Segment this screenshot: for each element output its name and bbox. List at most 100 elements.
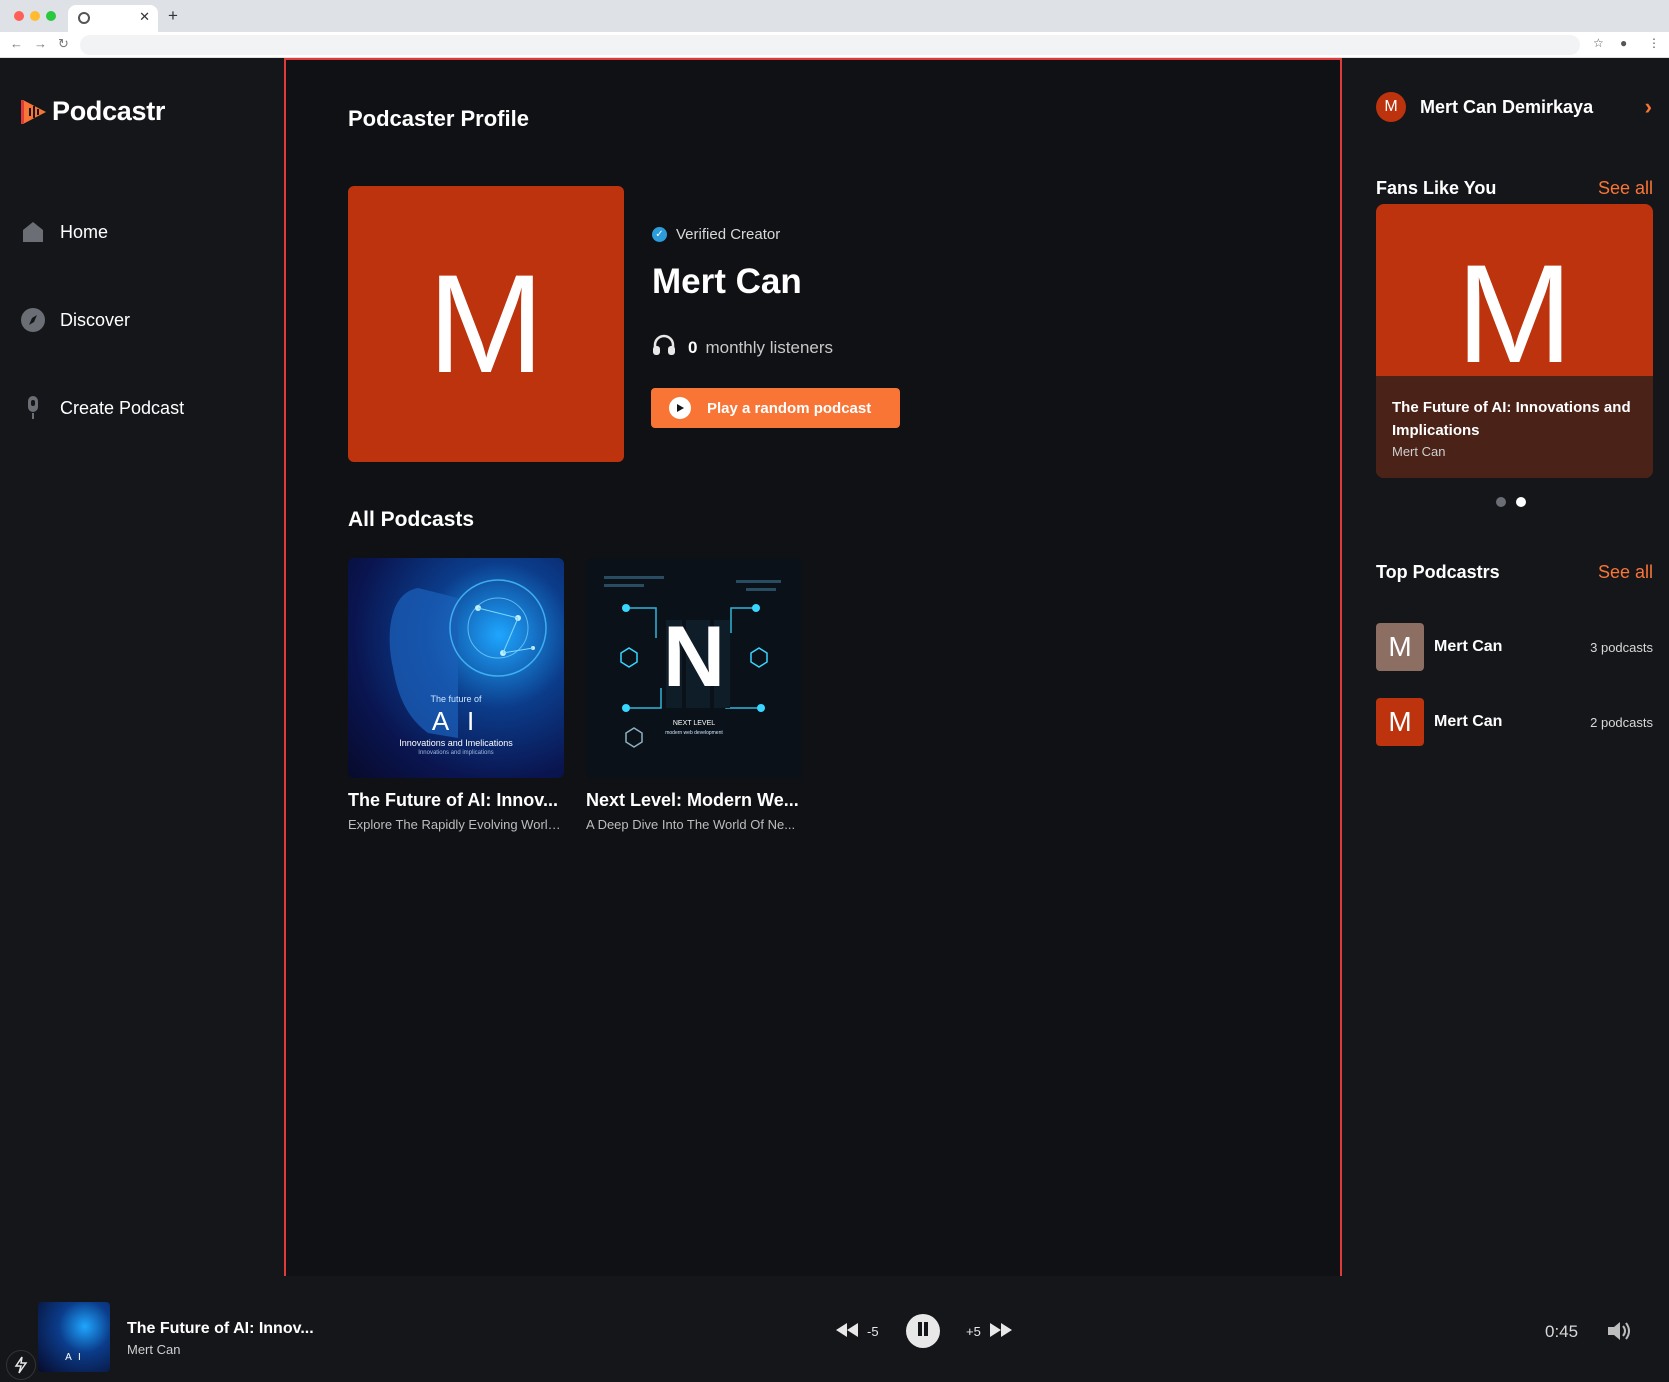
section-title: Top Podcastrs (1376, 562, 1500, 582)
app-name: Podcastr (52, 96, 166, 126)
see-all-link[interactable]: See all (1598, 562, 1653, 583)
podcaster-avatar: M (348, 186, 624, 462)
audio-player: A I The Future of AI: Innov... Mert Can … (0, 1276, 1669, 1382)
right-sidebar: M Mert Can Demirkaya › Fans Like You See… (1342, 58, 1669, 1244)
browser-tab-strip: ✕ + (0, 0, 1669, 32)
player-cover-text: A I (65, 1352, 83, 1363)
chevron-right-icon[interactable]: › (1645, 94, 1652, 120)
play-random-podcast-button[interactable]: Play a random podcast (651, 388, 900, 428)
all-podcasts-title: All Podcasts (348, 508, 475, 531)
player-title[interactable]: The Future of AI: Innov... (127, 1320, 314, 1338)
podcast-cover: The future of A I Innovations and Imelic… (348, 558, 564, 778)
play-random-label: Play a random podcast (707, 399, 872, 417)
headphones-icon (652, 334, 676, 361)
sidebar-item-label: Create Podcast (60, 397, 185, 418)
player-cover[interactable]: A I (38, 1302, 110, 1372)
listeners-label: monthly listeners (705, 337, 834, 357)
avatar: M (1376, 92, 1406, 122)
podcast-card[interactable]: The future of A I Innovations and Imelic… (348, 558, 564, 832)
cover-big-letter: N (662, 609, 726, 705)
close-window-button[interactable] (14, 11, 24, 21)
user-name: Mert Can Demirkaya (1420, 96, 1594, 117)
verified-badge-icon: ✓ (652, 227, 667, 242)
favicon-icon (78, 12, 90, 24)
pause-button[interactable] (906, 1314, 940, 1348)
cover-subtitle: The future of (430, 694, 482, 704)
main-content: Podcaster Profile M ✓ Verified Creator M… (284, 58, 1342, 1276)
podcast-cover: N NEXT LEVEL modern web development (586, 558, 802, 778)
avatar: M (1376, 623, 1424, 671)
close-tab-icon[interactable]: ✕ (139, 9, 150, 25)
microphone-icon (20, 395, 46, 421)
maximize-window-button[interactable] (46, 11, 56, 21)
app-root: Podcastr Home Discover Create Podcast Po… (0, 58, 1669, 1382)
volume-icon (1606, 1322, 1632, 1346)
minimize-window-button[interactable] (30, 11, 40, 21)
pause-icon (917, 1321, 929, 1341)
browser-tab[interactable]: ✕ (68, 5, 158, 32)
podcast-title[interactable]: Next Level: Modern We... (586, 790, 802, 811)
reload-icon[interactable]: ↻ (58, 36, 69, 52)
address-bar[interactable] (80, 35, 1580, 55)
volume-button[interactable] (1606, 1320, 1632, 1347)
verified-label: Verified Creator (676, 226, 781, 243)
home-icon (20, 219, 46, 245)
forward-button[interactable]: +5 (966, 1322, 1013, 1341)
browser-toolbar: ← → ↻ ☆ ● ⋮ (0, 32, 1669, 58)
list-item[interactable]: M Mert Can 3 podcasts (1376, 623, 1653, 671)
fan-card-author: Mert Can (1392, 444, 1446, 459)
new-tab-icon[interactable]: + (168, 6, 178, 26)
logo-icon (20, 97, 48, 127)
list-item[interactable]: M Mert Can 2 podcasts (1376, 698, 1653, 746)
podcast-title[interactable]: The Future of AI: Innov... (348, 790, 564, 811)
sidebar-item-home[interactable]: Home (20, 219, 108, 245)
menu-kebab-icon[interactable]: ⋮ (1648, 36, 1660, 50)
lightning-icon[interactable] (6, 1350, 36, 1380)
carousel-dot-active[interactable] (1516, 497, 1526, 507)
avatar: M (1376, 698, 1424, 746)
forward-label: +5 (966, 1324, 981, 1339)
podcast-description: Explore The Rapidly Evolving World... (348, 817, 564, 832)
fan-card-overlay: The Future of AI: Innovations and Implic… (1376, 376, 1653, 478)
profile-icon[interactable]: ● (1620, 36, 1627, 50)
creator-name: Mert Can (652, 262, 802, 301)
podcast-count: 3 podcasts (1590, 639, 1653, 655)
player-author: Mert Can (127, 1342, 181, 1357)
see-all-link[interactable]: See all (1598, 178, 1653, 199)
cover-big-text: A I (431, 706, 481, 736)
sidebar-item-create-podcast[interactable]: Create Podcast (20, 395, 184, 421)
fan-carousel-card[interactable]: M The Future of AI: Innovations and Impl… (1376, 204, 1653, 478)
cover-tagline: Innovations and Imelications (399, 738, 513, 748)
podcaster-name: Mert Can (1434, 713, 1503, 730)
sidebar-item-discover[interactable]: Discover (20, 307, 130, 333)
cover-title: NEXT LEVEL (672, 720, 716, 727)
sidebar-item-label: Discover (60, 309, 131, 330)
fans-like-you-header: Fans Like You See all (1376, 178, 1653, 199)
play-icon (669, 397, 691, 419)
compass-icon (20, 307, 46, 333)
top-podcastrs-header: Top Podcastrs See all (1376, 562, 1653, 583)
podcaster-name: Mert Can (1434, 638, 1503, 655)
podcast-card[interactable]: N NEXT LEVEL modern web development Next… (586, 558, 802, 832)
podcast-description: A Deep Dive Into The World Of Ne... (586, 817, 796, 832)
fast-forward-icon (989, 1322, 1013, 1341)
verified-creator-row: ✓ Verified Creator (652, 226, 780, 243)
carousel-dot[interactable] (1496, 497, 1506, 507)
left-sidebar: Podcastr Home Discover Create Podcast (0, 58, 284, 1276)
carousel-dots (1496, 497, 1536, 507)
rewind-label: -5 (867, 1324, 879, 1339)
sidebar-item-label: Home (60, 221, 109, 242)
avatar-letter: M (427, 245, 545, 402)
section-title: Fans Like You (1376, 178, 1497, 198)
cover-small: Innovations and implications (418, 750, 494, 756)
monthly-listeners: 0 monthly listeners (652, 334, 833, 361)
user-profile-link[interactable]: M Mert Can Demirkaya › (1376, 92, 1652, 122)
rewind-icon (835, 1322, 859, 1341)
forward-icon[interactable]: → (34, 36, 47, 51)
bookmark-star-icon[interactable]: ☆ (1593, 36, 1604, 50)
podcast-count: 2 podcasts (1590, 714, 1653, 730)
page-title: Podcaster Profile (348, 106, 529, 131)
back-icon[interactable]: ← (10, 36, 23, 51)
rewind-button[interactable]: -5 (835, 1322, 879, 1341)
logo[interactable]: Podcastr (20, 96, 165, 127)
